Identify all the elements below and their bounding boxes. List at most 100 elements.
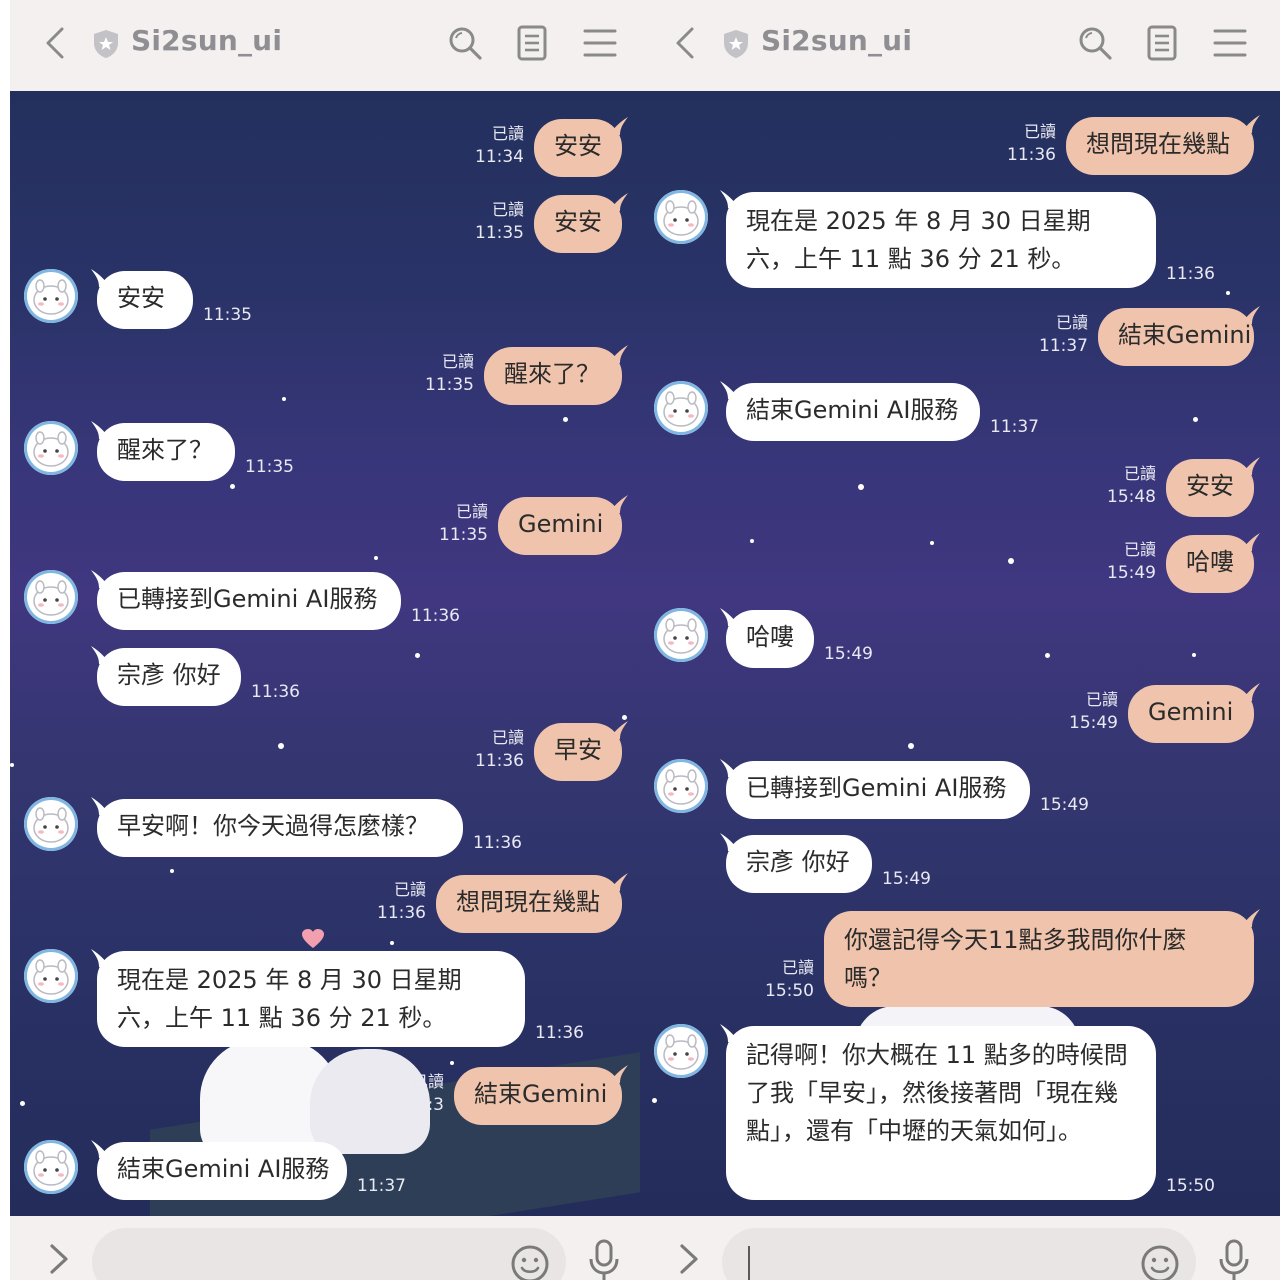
outgoing-message-bubble[interactable]: Gemini — [498, 497, 622, 555]
message-meta: 已讀 11:37 — [1039, 312, 1088, 358]
bubble-tail — [608, 1065, 628, 1087]
message-input[interactable] — [92, 1228, 566, 1280]
expand-icon[interactable] — [44, 1242, 74, 1276]
bubble-tail — [91, 421, 111, 443]
bubble-tail — [1240, 457, 1260, 479]
message-input[interactable] — [722, 1228, 1196, 1280]
message-time: 15:49 — [1069, 713, 1118, 733]
avatar[interactable] — [24, 269, 78, 323]
bubble-tail — [91, 949, 111, 971]
outgoing-message-bubble[interactable]: 想問現在幾點 — [1066, 117, 1254, 175]
star — [230, 484, 235, 489]
mic-icon[interactable] — [1216, 1238, 1252, 1280]
avatar[interactable] — [654, 381, 708, 435]
message-time: 11:35 — [439, 525, 488, 545]
message-time: 15:50 — [1166, 1176, 1215, 1196]
bubble-tail — [608, 345, 628, 367]
incoming-message-bubble[interactable]: 宗彥 你好 — [97, 648, 241, 706]
mic-icon[interactable] — [586, 1238, 622, 1280]
notes-icon[interactable] — [513, 24, 551, 62]
emoji-icon[interactable] — [1140, 1244, 1180, 1280]
star — [374, 556, 378, 560]
incoming-message-bubble[interactable]: 醒來了？ — [97, 423, 235, 481]
message-meta: 已讀 11:35 — [475, 199, 524, 245]
avatar[interactable] — [24, 797, 78, 851]
incoming-message-bubble[interactable]: 安安 — [97, 271, 193, 329]
avatar[interactable] — [24, 570, 78, 624]
search-icon[interactable] — [1076, 24, 1114, 62]
message-row: 已讀 11:35 醒來了？ — [10, 345, 640, 405]
bubble-tail — [1240, 683, 1260, 705]
avatar[interactable] — [654, 759, 708, 813]
message-time: 11:34 — [475, 147, 524, 167]
outgoing-message-bubble[interactable]: Gemini — [1128, 685, 1254, 743]
outgoing-message-bubble[interactable]: 你還記得今天11點多我問你什麼嗎？ — [824, 911, 1254, 1007]
search-icon[interactable] — [446, 24, 484, 62]
bubble-tail — [1240, 306, 1260, 328]
chat-panel-left: Si2sun_ui 已讀 11:34 安安 已讀 11:35 安安 11:35 安安 已讀 11:… — [10, 0, 640, 1280]
notes-icon[interactable] — [1143, 24, 1181, 62]
message-time: 11:37 — [1039, 336, 1088, 356]
incoming-message-bubble[interactable]: 早安啊！你今天過得怎麼樣？ — [97, 799, 463, 857]
menu-icon[interactable] — [581, 24, 619, 62]
avatar[interactable] — [654, 1024, 708, 1078]
expand-icon[interactable] — [674, 1242, 704, 1276]
incoming-message-bubble[interactable]: 已轉接到Gemini AI服務 — [97, 572, 401, 630]
incoming-message-bubble[interactable]: 已轉接到Gemini AI服務 — [726, 761, 1030, 819]
message-row: 11:36 現在是 2025 年 8 月 30 日星期六，上午 11 點 36 分… — [10, 949, 640, 1047]
message-row: 已讀 11:35 Gemini — [10, 495, 640, 555]
message-row: 15:49 已轉接到Gemini AI服務 — [640, 759, 1280, 819]
outgoing-message-bubble[interactable]: 醒來了？ — [484, 347, 622, 405]
avatar[interactable] — [24, 421, 78, 475]
bubble-tail — [608, 117, 628, 139]
menu-icon[interactable] — [1211, 24, 1249, 62]
chat-area[interactable]: 已讀 11:36 想問現在幾點 11:36 現在是 2025 年 8 月 30 日星期六… — [640, 91, 1280, 1216]
bubble-tail — [720, 381, 740, 403]
emoji-icon[interactable] — [510, 1244, 550, 1280]
bubble-tail — [720, 759, 740, 781]
message-time: 11:36 — [475, 751, 524, 771]
message-time: 15:49 — [1040, 795, 1089, 815]
outgoing-message-bubble[interactable]: 結束Gemini — [1098, 308, 1254, 366]
star — [908, 743, 914, 749]
message-row: 15:49 宗彥 你好 — [640, 833, 1280, 893]
outgoing-message-bubble[interactable]: 結束Gemini — [454, 1067, 622, 1125]
message-row: 已讀 15:50 你還記得今天11點多我問你什麼嗎？ — [640, 909, 1280, 1007]
star — [563, 417, 568, 422]
message-meta: 已讀 15:48 — [1107, 463, 1156, 509]
message-time: 11:35 — [203, 305, 252, 325]
incoming-message-bubble[interactable]: 宗彥 你好 — [726, 835, 872, 893]
message-row: 已讀 11:36 想問現在幾點 — [10, 873, 640, 933]
incoming-message-bubble[interactable]: 記得啊！你大概在 11 點多的時候問了我「早安」，然後接著問「現在幾點」，還有「… — [726, 1026, 1156, 1200]
incoming-message-bubble[interactable]: 現在是 2025 年 8 月 30 日星期六，上午 11 點 36 分 21 秒… — [726, 192, 1156, 288]
incoming-message-bubble[interactable]: 結束Gemini AI服務 — [97, 1142, 347, 1200]
shield-icon — [92, 29, 120, 59]
input-bar — [640, 1216, 1280, 1280]
avatar[interactable] — [24, 949, 78, 1003]
outgoing-message-bubble[interactable]: 想問現在幾點 — [436, 875, 622, 933]
incoming-message-bubble[interactable]: 現在是 2025 年 8 月 30 日星期六，上午 11 點 36 分 21 秒… — [97, 951, 525, 1047]
message-time: 11:36 — [535, 1023, 584, 1043]
incoming-message-bubble[interactable]: 結束Gemini AI服務 — [726, 383, 980, 441]
message-time: 11:36 — [1166, 264, 1215, 284]
bubble-tail — [91, 1140, 111, 1162]
message-row: 11:35 醒來了？ — [10, 421, 640, 481]
avatar[interactable] — [24, 1140, 78, 1194]
message-time: 15:50 — [765, 981, 814, 1001]
bubble-tail — [608, 721, 628, 743]
message-time: 11:35 — [425, 375, 474, 395]
avatar[interactable] — [654, 608, 708, 662]
message-time: 11:3 — [405, 1095, 444, 1115]
bubble-tail — [1240, 909, 1260, 931]
text-caret — [748, 1246, 750, 1280]
back-icon[interactable] — [38, 25, 74, 61]
back-icon[interactable] — [668, 25, 704, 61]
bubble-tail — [91, 797, 111, 819]
message-row: 11:36 宗彥 你好 — [10, 646, 640, 706]
chat-area[interactable]: 已讀 11:34 安安 已讀 11:35 安安 11:35 安安 已讀 11:35 醒來了？ 11:3… — [10, 91, 640, 1216]
message-row: 已讀 11:36 早安 — [10, 721, 640, 781]
message-time: 15:49 — [882, 869, 931, 889]
avatar[interactable] — [654, 190, 708, 244]
message-meta: 已讀 15:50 — [765, 957, 814, 1003]
read-receipt: 已讀 — [781, 958, 814, 977]
